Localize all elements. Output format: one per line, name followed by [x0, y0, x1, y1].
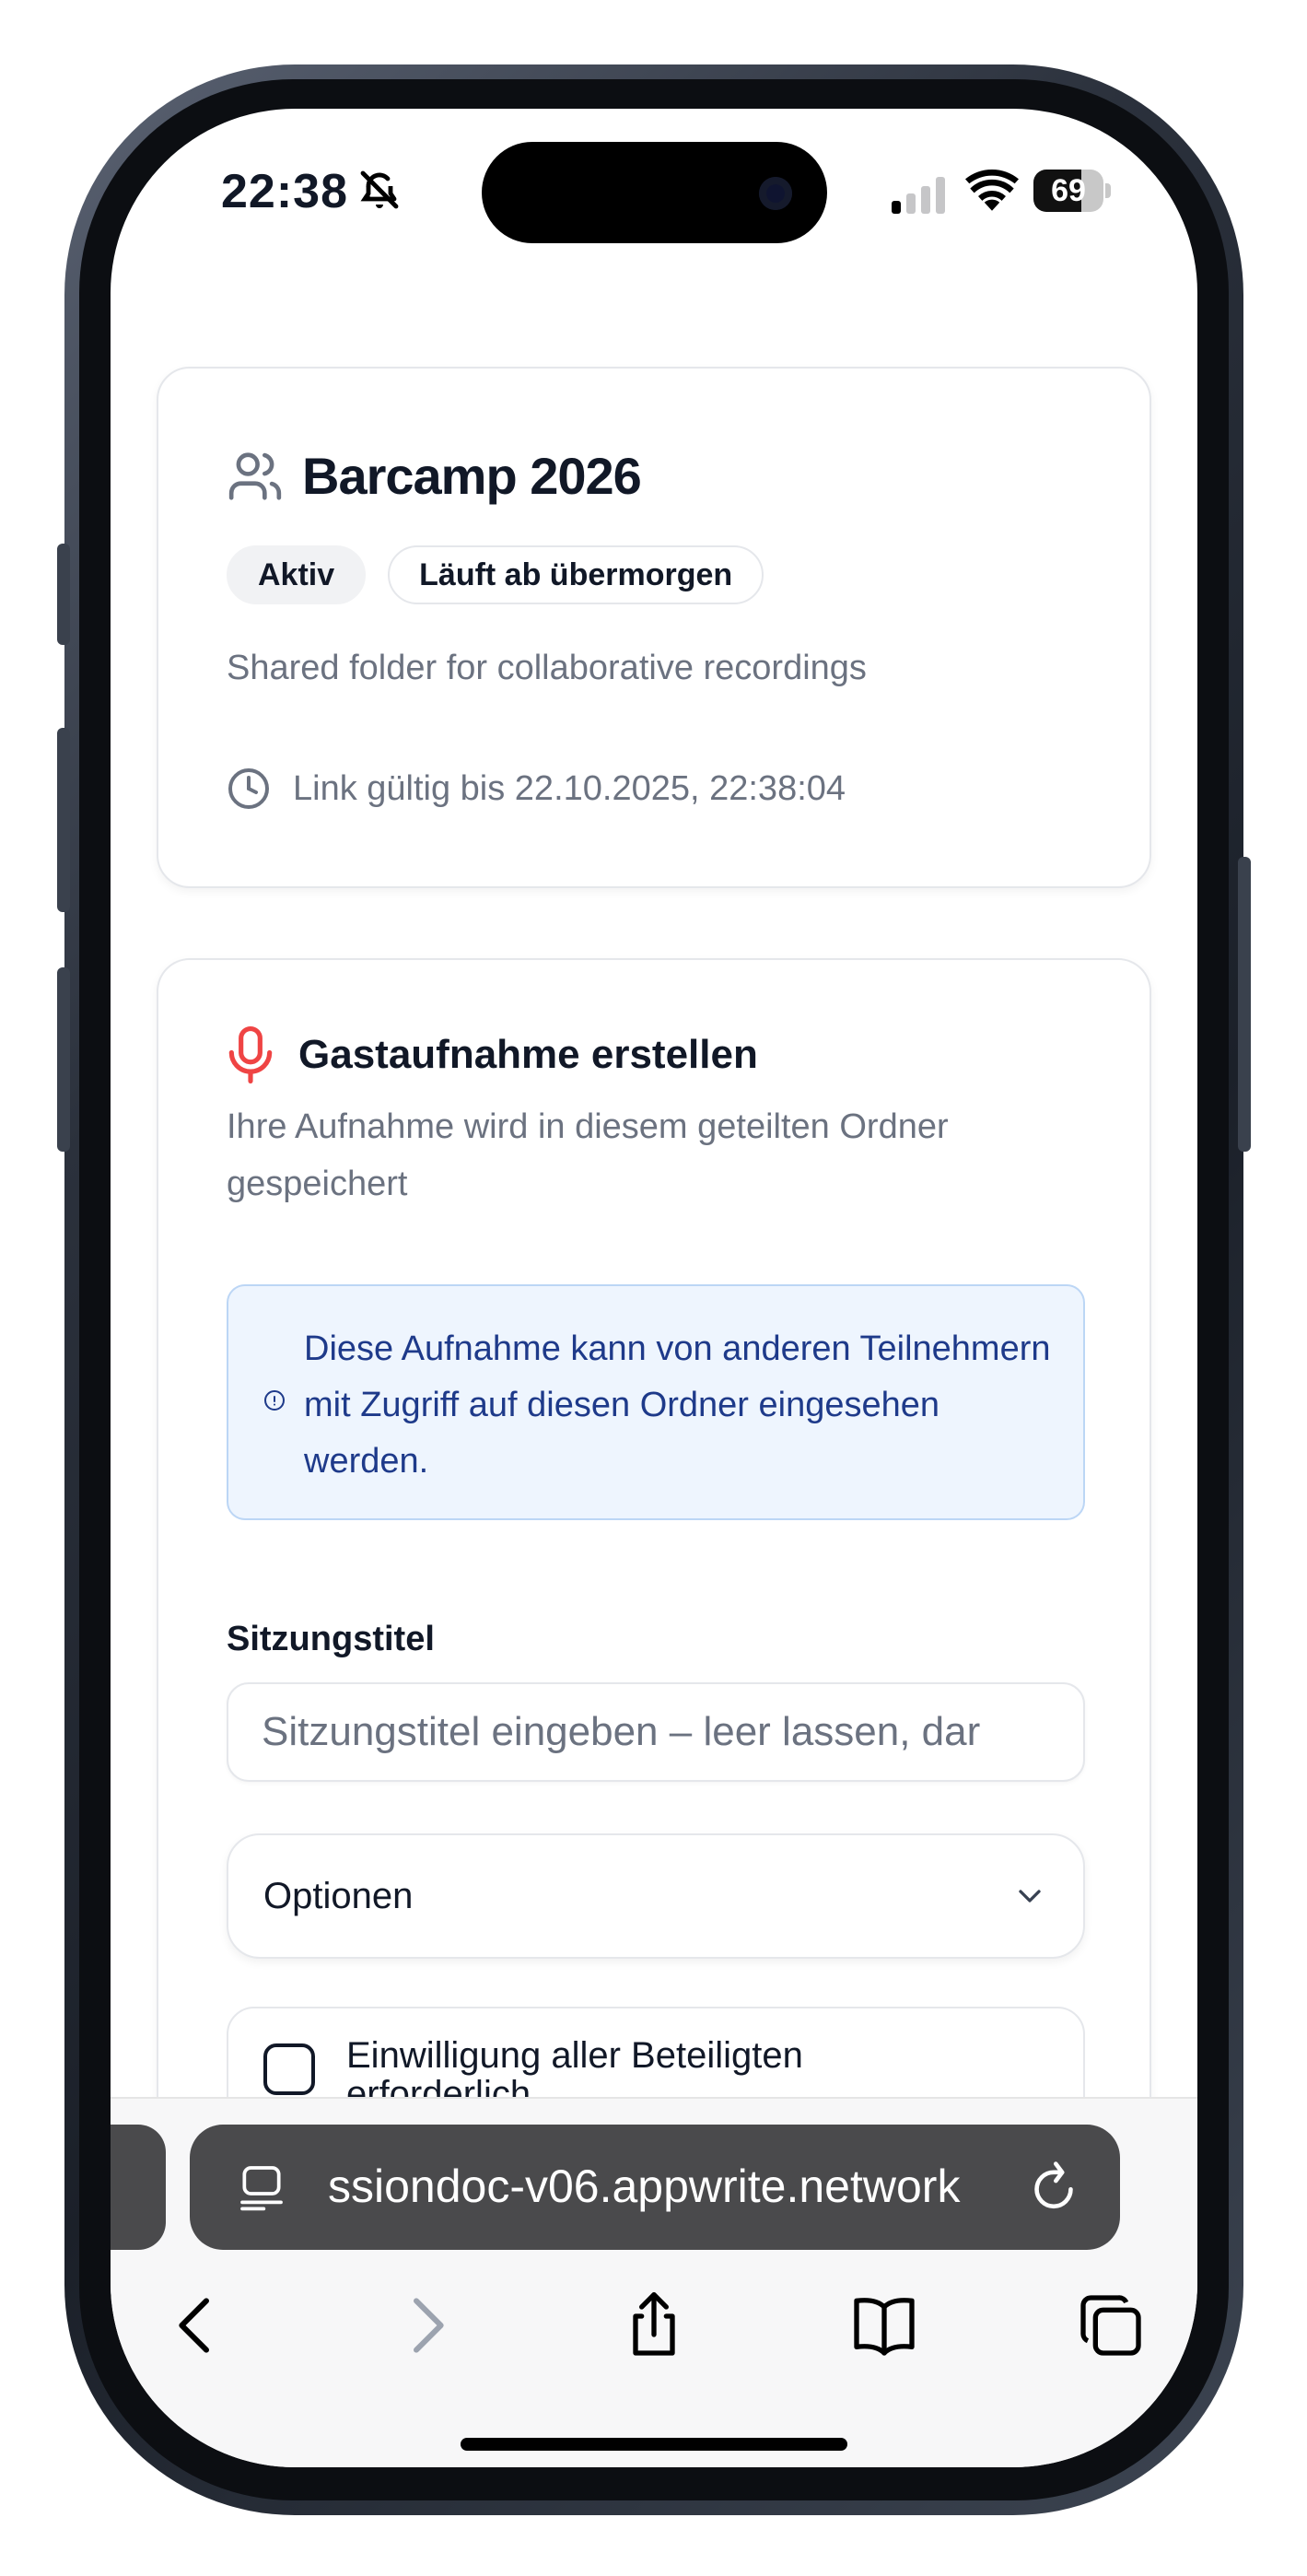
expiry-badge: Läuft ab übermorgen	[388, 545, 764, 604]
browser-bottom-bar: ssiondoc-v06.appwrite.network	[111, 2097, 1197, 2467]
session-title-input[interactable]	[227, 1682, 1085, 1782]
shared-folder-card: Barcamp 2026 Aktiv Läuft ab übermorgen S…	[157, 367, 1151, 888]
battery-icon: 69	[1033, 170, 1111, 212]
folder-description: Shared folder for collaborative recordin…	[227, 649, 867, 687]
microphone-icon	[228, 1026, 273, 1083]
power-button	[1238, 857, 1251, 1152]
cellular-signal-icon	[892, 177, 945, 214]
home-indicator[interactable]	[461, 2438, 847, 2451]
camera-icon	[759, 177, 792, 210]
chevron-down-icon	[1019, 1890, 1041, 1903]
address-bar[interactable]: ssiondoc-v06.appwrite.network	[190, 2125, 1120, 2250]
forward-icon[interactable]	[389, 2289, 462, 2362]
dynamic-island	[482, 142, 827, 243]
guest-recording-card: Gastaufnahme erstellen Ihre Aufnahme wir…	[157, 958, 1151, 2248]
page-menu-icon[interactable]	[236, 2161, 287, 2213]
status-badge: Aktiv	[227, 545, 367, 604]
action-button	[57, 544, 70, 645]
url-text: ssiondoc-v06.appwrite.network	[328, 2160, 961, 2212]
status-time: 22:38	[221, 165, 348, 218]
battery-level: 69	[1051, 173, 1086, 208]
bell-muted-icon	[360, 170, 399, 209]
users-icon	[228, 451, 282, 500]
recording-card-description: Ihre Aufnahme wird in diesem geteilten O…	[227, 1107, 949, 1203]
visibility-notice: Diese Aufnahme kann von anderen Teilnehm…	[227, 1284, 1085, 1520]
recording-card-title: Gastaufnahme erstellen	[298, 1032, 758, 1077]
volume-down-button	[57, 967, 70, 1152]
phone-screen: 22:38 69 Barcamp 2026 Aktiv Läuft ab übe…	[111, 109, 1197, 2467]
options-dropdown[interactable]: Optionen	[227, 1833, 1085, 1959]
folder-title: Barcamp 2026	[302, 447, 642, 505]
previous-tab-pill[interactable]	[111, 2125, 166, 2250]
notice-text: Diese Aufnahme kann von anderen Teilnehm…	[304, 1329, 1051, 1481]
options-label: Optionen	[263, 1875, 414, 1916]
status-bar: 22:38 69	[111, 109, 1197, 284]
wifi-icon	[965, 170, 1019, 211]
back-icon[interactable]	[160, 2289, 234, 2362]
link-valid-until: Link gültig bis 22.10.2025, 22:38:04	[293, 768, 846, 808]
browser-toolbar	[111, 2279, 1197, 2381]
reload-icon[interactable]	[1028, 2160, 1079, 2215]
volume-up-button	[57, 728, 70, 912]
tabs-icon[interactable]	[1074, 2289, 1148, 2362]
info-icon	[264, 1390, 285, 1411]
bookmarks-icon[interactable]	[847, 2289, 921, 2362]
session-title-label: Sitzungstitel	[227, 1620, 435, 1658]
share-icon[interactable]	[617, 2289, 691, 2362]
clock-icon	[228, 768, 269, 809]
consent-checkbox[interactable]	[263, 2043, 315, 2095]
